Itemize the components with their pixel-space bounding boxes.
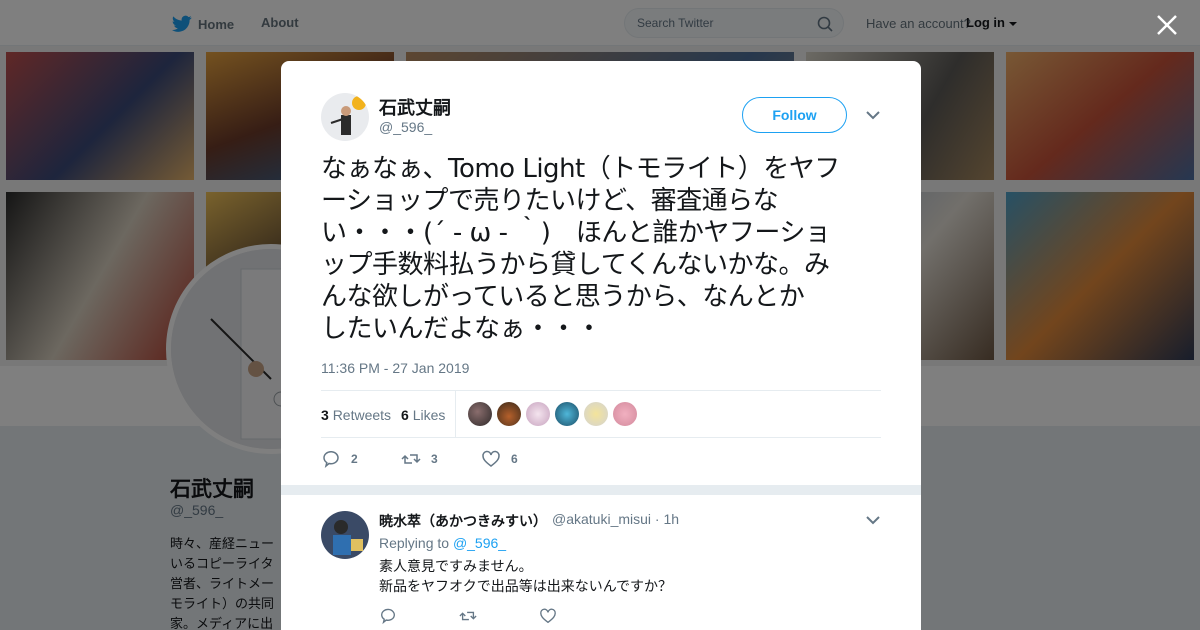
reply-tweet[interactable]: 暁水萃（あかつきみすい） @akatuki_misui · 1h Replyin… <box>281 495 921 630</box>
tweet-text-line: なぁなぁ、Tomo Light（トモライト）をヤフ <box>321 154 840 184</box>
tweet-author-avatar[interactable] <box>321 93 369 141</box>
likes-count: 6 <box>401 407 409 423</box>
author-avatar-photo <box>321 93 369 141</box>
retweets-count: 3 <box>321 407 329 423</box>
liker-avatar[interactable] <box>468 402 492 426</box>
heart-icon[interactable] <box>539 607 557 625</box>
retweet-action[interactable]: 3 <box>401 449 438 469</box>
section-divider <box>281 485 921 495</box>
reply-time[interactable]: · 1h <box>655 511 679 527</box>
tweet-stats: 3 Retweets 6 Likes <box>321 390 881 438</box>
chevron-down-icon[interactable] <box>865 109 881 121</box>
tweet-author-handle[interactable]: @_596_ <box>379 119 432 135</box>
liker-avatars <box>468 402 637 426</box>
tweet-text-line: ップ手数料払うから貸してくんないかな。み <box>321 250 830 280</box>
liker-avatar[interactable] <box>526 402 550 426</box>
close-icon[interactable] <box>1154 12 1180 38</box>
tweet-timestamp[interactable]: 11:36 PM - 27 Jan 2019 <box>321 360 469 376</box>
tweet-modal: 石武丈嗣 @_596_ Follow なぁなぁ、Tomo Light（トモライト… <box>281 61 921 630</box>
reply-author-meta: @akatuki_misui · 1h <box>552 511 679 527</box>
reply-author-handle[interactable]: @akatuki_misui <box>552 511 651 527</box>
replying-to-label: Replying to <box>379 535 450 551</box>
reply-text-line: 素人意見ですみません。 <box>379 559 533 575</box>
reply-icon <box>323 451 339 469</box>
retweet-icon <box>401 454 421 464</box>
tweet-text-line: んな欲しがっていると思うから、なんとか <box>321 282 805 312</box>
replying-to: Replying to @_596_ <box>379 535 506 551</box>
reply-actions <box>379 607 557 625</box>
heart-icon <box>482 450 500 467</box>
tweet-actions: 2 3 6 <box>321 449 621 469</box>
tweet-text-line: い・・・(´ - ω - ｀) ほんと誰かヤフーショ <box>321 218 831 248</box>
tweet-text-line: したいんだよなぁ・・・ <box>321 314 602 344</box>
replying-to-handle[interactable]: @_596_ <box>453 535 506 551</box>
reply-author-avatar[interactable] <box>321 511 369 559</box>
follow-button[interactable]: Follow <box>742 97 847 133</box>
chevron-down-icon[interactable] <box>865 514 881 526</box>
liker-avatar[interactable] <box>497 402 521 426</box>
reply-action[interactable]: 2 <box>321 449 358 469</box>
liker-avatar[interactable] <box>584 402 608 426</box>
likes-label: Likes <box>412 407 446 423</box>
likes-stat[interactable]: 6 Likes <box>401 407 445 423</box>
retweets-label: Retweets <box>332 407 392 423</box>
reply-icon[interactable] <box>379 607 397 625</box>
reply-text: 素人意見ですみません。 新品をヤフオクで出品等は出来ないんですか？ <box>379 557 672 597</box>
tweet-text-line: ーショップで売りたいけど、審査通らな <box>321 186 779 216</box>
reply-count: 2 <box>351 452 358 466</box>
liker-avatar[interactable] <box>613 402 637 426</box>
tweet-text: なぁなぁ、Tomo Light（トモライト）をヤフ ーショップで売りたいけど、審… <box>321 153 886 345</box>
retweets-stat[interactable]: 3 Retweets <box>321 407 391 423</box>
like-count: 6 <box>511 452 518 466</box>
tweet-author-name[interactable]: 石武丈嗣 <box>379 94 451 120</box>
stats-divider <box>455 391 456 437</box>
reply-text-line: 新品をヤフオクで出品等は出来ないんですか？ <box>379 579 673 595</box>
retweet-count: 3 <box>431 452 438 466</box>
like-action[interactable]: 6 <box>481 449 518 469</box>
reply-author-name[interactable]: 暁水萃（あかつきみすい） <box>379 511 547 531</box>
liker-avatar[interactable] <box>555 402 579 426</box>
retweet-icon[interactable] <box>459 607 477 625</box>
reply-avatar-photo <box>321 511 369 559</box>
